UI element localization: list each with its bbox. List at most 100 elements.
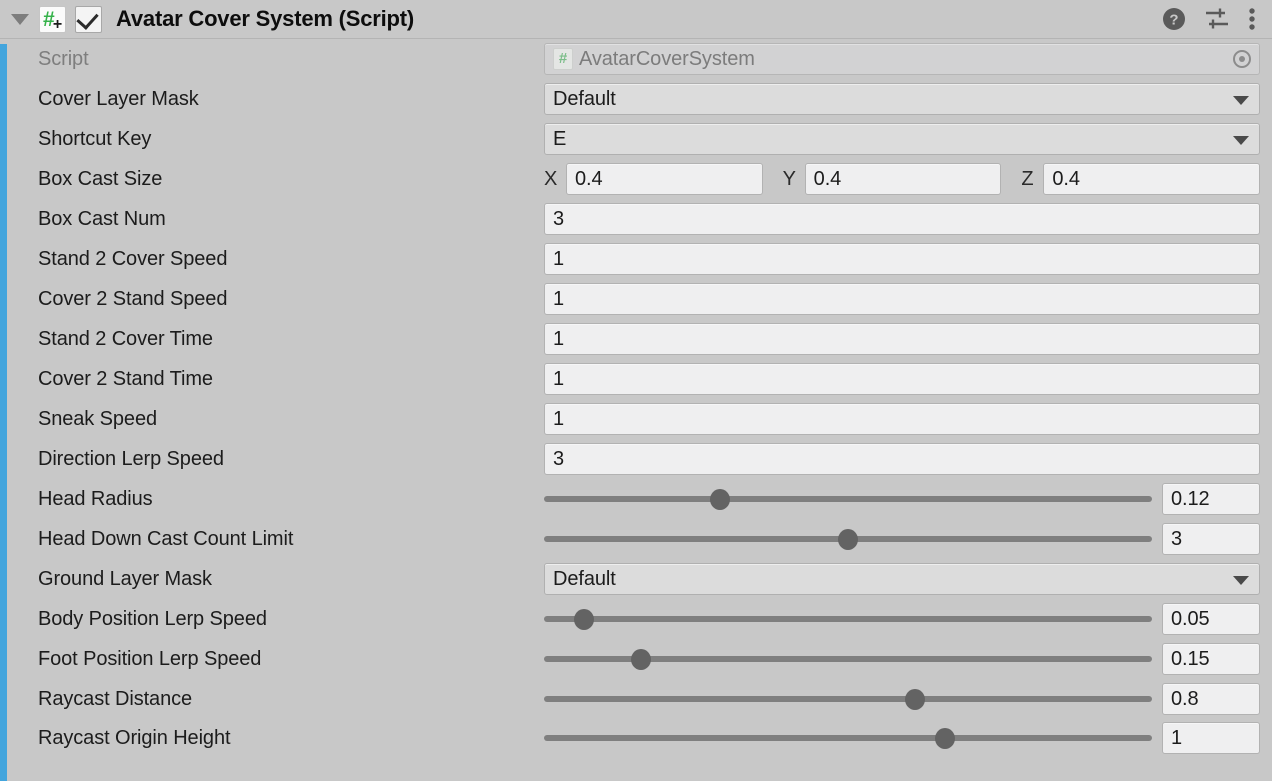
more-menu-icon[interactable] [1248,7,1256,31]
property-label: Script [38,47,89,70]
vector3-component-y: Y 0.4 [783,163,1022,195]
number-input-stand-2-cover-time[interactable]: 1 [544,323,1260,355]
slider-head-radius[interactable] [544,483,1152,515]
slider-handle[interactable] [631,649,652,670]
vector3-field: X 0.4 Y 0.4 Z 0.4 [544,163,1261,195]
slider-handle[interactable] [838,529,858,550]
property-row-foot-position-lerp-speed: Foot Position Lerp Speed 0.15 [0,639,1272,679]
property-label: Cover 2 Stand Speed [38,287,228,310]
property-label: Shortcut Key [38,127,152,150]
property-row-body-position-lerp-speed: Body Position Lerp Speed 0.05 [0,599,1272,639]
property-row-direction-lerp-speed: Direction Lerp Speed 3 [0,439,1272,479]
property-row-box-cast-num: Box Cast Num 3 [0,199,1272,239]
property-field-area: X 0.4 Y 0.4 Z 0.4 [544,159,1261,199]
property-field-area: 0.12 [544,479,1260,519]
axis-input-z[interactable]: 0.4 [1043,163,1261,195]
slider-body-position-lerp-speed[interactable] [544,603,1152,635]
slider-value-input[interactable]: 3 [1162,523,1260,555]
property-label: Body Position Lerp Speed [38,607,267,630]
property-rows: Script # AvatarCoverSystem Cover Layer Mask… [0,39,1272,757]
axis-label-z: Z [1021,167,1034,190]
property-field-area: 1 [544,359,1260,399]
number-input-stand-2-cover-speed[interactable]: 1 [544,243,1260,275]
preset-icon[interactable] [1205,8,1229,30]
property-field-area: 3 [544,199,1260,239]
property-label: Ground Layer Mask [38,567,212,590]
script-object-field[interactable]: # AvatarCoverSystem [544,43,1260,75]
chevron-down-icon [1233,576,1249,585]
property-label: Raycast Distance [38,687,193,710]
slider-track [544,616,1152,622]
property-field-area: 1 [544,399,1260,439]
property-row-ground-layer-mask: Ground Layer Mask Default [0,559,1272,599]
slider-value-input[interactable]: 1 [1162,722,1260,754]
property-row-raycast-distance: Raycast Distance 0.8 [0,679,1272,719]
property-row-cover-2-stand-time: Cover 2 Stand Time 1 [0,359,1272,399]
slider-track [544,496,1152,502]
slider-track [544,735,1152,741]
slider-raycast-distance[interactable] [544,683,1152,715]
property-field-area: 1 [544,319,1260,359]
axis-label-x: X [544,167,558,190]
number-input-box-cast-num[interactable]: 3 [544,203,1260,235]
property-row-script: Script # AvatarCoverSystem [0,39,1272,79]
slider-handle[interactable] [935,728,956,749]
number-input-cover-2-stand-speed[interactable]: 1 [544,283,1260,315]
slider-value-input[interactable]: 0.8 [1162,683,1260,715]
property-row-raycast-origin-height: Raycast Origin Height 1 [0,719,1272,757]
property-field-area: 1 [544,279,1260,319]
slider-foot-position-lerp-speed[interactable] [544,643,1152,675]
unity-inspector-panel: # + Avatar Cover System (Script) ? Scrip… [0,0,1272,781]
dropdown-ground-layer-mask[interactable]: Default [544,563,1260,595]
property-row-stand-2-cover-time: Stand 2 Cover Time 1 [0,319,1272,359]
property-row-shortcut-key: Shortcut Key E [0,119,1272,159]
vector3-component-x: X 0.4 [544,163,783,195]
property-field-area: 3 [544,519,1260,559]
slider-handle[interactable] [710,489,731,510]
slider-head-down-cast-count-limit[interactable] [544,523,1152,555]
chevron-down-icon [1233,96,1249,105]
dropdown-shortcut-key[interactable]: E [544,123,1260,155]
slider-value-input[interactable]: 0.05 [1162,603,1260,635]
object-field-value: AvatarCoverSystem [579,47,755,70]
property-label: Stand 2 Cover Speed [38,247,228,270]
property-label: Head Radius [38,487,153,510]
number-input-sneak-speed[interactable]: 1 [544,403,1260,435]
property-field-area: 0.8 [544,679,1260,719]
property-row-head-down-cast-count-limit: Head Down Cast Count Limit 3 [0,519,1272,559]
axis-input-y[interactable]: 0.4 [804,163,1002,195]
checkmark-icon [76,6,99,30]
axis-input-x[interactable]: 0.4 [566,163,763,195]
component-title: Avatar Cover System (Script) [116,6,415,31]
object-picker-icon[interactable] [1233,50,1251,68]
svg-text:?: ? [1169,12,1178,29]
dropdown-cover-layer-mask[interactable]: Default [544,83,1260,115]
slider-value-input[interactable]: 0.15 [1162,643,1260,675]
property-label: Foot Position Lerp Speed [38,647,262,670]
property-field-area: E [544,119,1260,159]
property-label: Cover 2 Stand Time [38,367,213,390]
slider-raycast-origin-height[interactable] [544,722,1152,754]
component-enabled-checkbox[interactable] [75,5,102,33]
number-input-cover-2-stand-time[interactable]: 1 [544,363,1260,395]
property-field-area: # AvatarCoverSystem [544,39,1260,79]
property-label: Stand 2 Cover Time [38,327,213,350]
property-field-area: 3 [544,439,1260,479]
property-field-area: Default [544,559,1260,599]
property-field-area: Default [544,79,1260,119]
foldout-arrow-icon[interactable] [11,13,29,25]
slider-handle[interactable] [904,689,925,710]
property-row-cover-layer-mask: Cover Layer Mask Default [0,79,1272,119]
help-icon[interactable]: ? [1162,7,1186,31]
property-label: Head Down Cast Count Limit [38,527,294,550]
property-label: Cover Layer Mask [38,87,199,110]
property-field-area: 1 [544,718,1260,758]
slider-value-input[interactable]: 0.12 [1162,483,1260,515]
csharp-script-icon[interactable]: # + [39,5,66,33]
property-field-area: 0.05 [544,599,1260,639]
number-input-direction-lerp-speed[interactable]: 3 [544,443,1260,475]
slider-track [544,696,1152,702]
plus-glyph: + [52,15,63,33]
property-row-box-cast-size: Box Cast Size X 0.4 Y 0.4 Z 0.4 [0,159,1272,199]
slider-handle[interactable] [573,609,594,630]
